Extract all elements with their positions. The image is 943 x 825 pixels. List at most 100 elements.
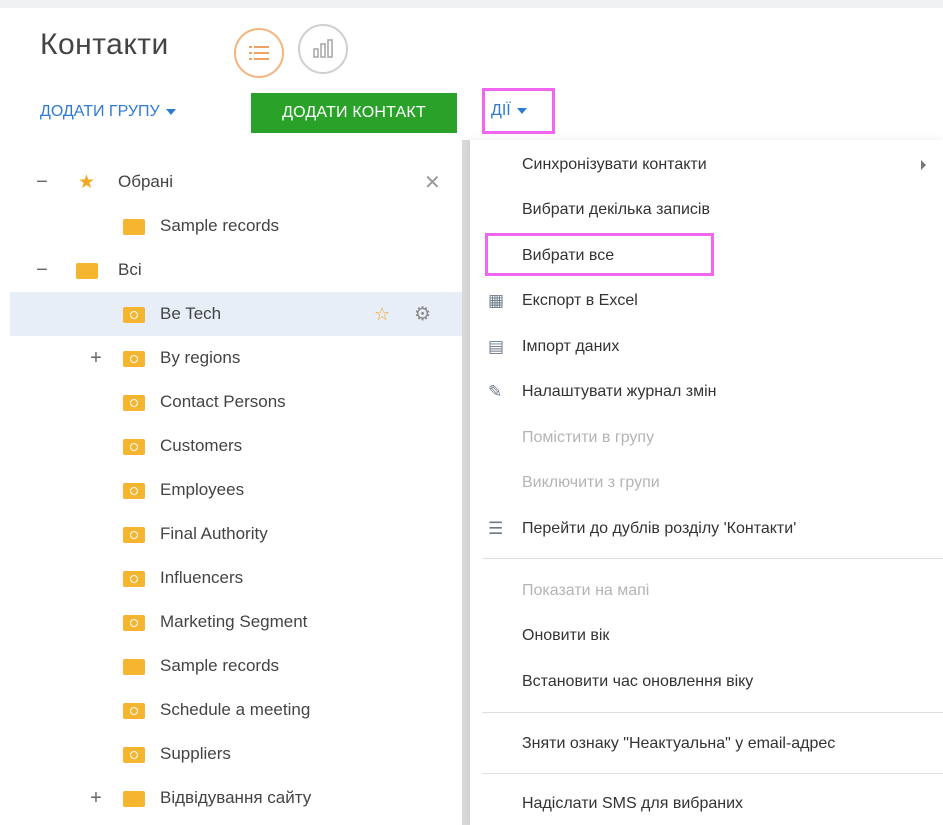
list-icon [249, 46, 269, 60]
tree-node-site-visits[interactable]: + Відвідування сайту [10, 776, 462, 820]
menu-item-send-sms[interactable]: Надіслати SMS для вибраних [470, 784, 943, 824]
tree-node-label: Sample records [160, 216, 280, 235]
menu-item-duplicates[interactable]: ☰ Перейти до дублів розділу 'Контакти' [470, 509, 943, 549]
tree-node-sample-records[interactable]: Sample records [10, 644, 462, 688]
menu-item-age-update-time[interactable]: Встановити час оновлення віку [470, 662, 943, 702]
dynamic-folder-icon [123, 571, 145, 587]
tree-node-label: Всі [118, 260, 142, 279]
add-group-button[interactable]: ДОДАТИ ГРУПУ [40, 103, 176, 121]
menu-item-export-excel[interactable]: ▦ Експорт в Excel [470, 281, 943, 321]
tree-node-label: By regions [160, 348, 241, 367]
tree-node-label: Influencers [160, 568, 244, 587]
import-icon: ▤ [488, 337, 505, 356]
dynamic-folder-icon [123, 483, 145, 499]
chevron-down-icon [165, 108, 176, 115]
folder-icon [123, 219, 145, 235]
menu-item-label: Оновити вік [522, 627, 610, 644]
tree-node-label: Contact Persons [160, 392, 286, 411]
add-group-label: ДОДАТИ ГРУПУ [40, 103, 160, 120]
menu-item-select-all[interactable]: Вибрати все [470, 236, 943, 276]
menu-item-label: Імпорт даних [522, 338, 620, 355]
folder-icon [123, 659, 145, 675]
collapse-icon[interactable]: − [34, 259, 50, 282]
dynamic-folder-icon [123, 351, 145, 367]
menu-item-label: Показати на мапі [522, 582, 650, 599]
actions-label: ДІЇ [491, 102, 511, 119]
tree-node-label: Marketing Segment [160, 612, 308, 631]
duplicates-icon: ☰ [488, 519, 504, 538]
tree-node-label: Be Tech [160, 304, 222, 323]
tree-node-customers[interactable]: Customers [10, 424, 462, 468]
list-view-button[interactable] [234, 28, 284, 78]
tree-node-favorites-sample-records[interactable]: Sample records [10, 204, 462, 248]
menu-item-label: Експорт в Excel [522, 292, 638, 309]
menu-item-select-multiple[interactable]: Вибрати декілька записів [470, 190, 943, 230]
close-icon[interactable]: ✕ [424, 170, 441, 195]
excel-export-icon: ▦ [488, 291, 505, 310]
menu-item-label: Перейти до дублів розділу 'Контакти' [522, 520, 797, 537]
add-contact-button[interactable]: ДОДАТИ КОНТАКТ [251, 93, 457, 133]
pencil-icon: ✎ [488, 382, 503, 401]
dynamic-folder-icon [123, 703, 145, 719]
menu-item-label: Виключити з групи [522, 474, 660, 491]
menu-item-clear-inactive-email[interactable]: Зняти ознаку "Неактуальна" у email-адрес [470, 724, 943, 764]
menu-divider [482, 773, 943, 774]
dynamic-folder-icon [123, 395, 145, 411]
tree-node-suppliers[interactable]: Suppliers [10, 732, 462, 776]
dynamic-folder-icon [123, 439, 145, 455]
menu-item-sync-contacts[interactable]: Синхронізувати контакти [470, 145, 943, 185]
folder-icon [76, 263, 98, 279]
folder-icon [123, 791, 145, 807]
tree-node-favorites[interactable]: − ★ Обрані ✕ [10, 160, 462, 204]
top-strip [0, 0, 943, 8]
chart-icon [313, 39, 333, 58]
tree-node-label: Sample records [160, 656, 280, 675]
menu-item-label: Вибрати все [522, 247, 615, 264]
tree-node-label: Employees [160, 480, 245, 499]
gear-icon[interactable]: ⚙ [414, 303, 431, 326]
chevron-right-icon [921, 160, 926, 170]
actions-menu: Синхронізувати контакти Вибрати декілька… [470, 140, 943, 825]
expand-icon[interactable]: + [88, 347, 104, 370]
chevron-down-icon [516, 108, 527, 114]
menu-divider [482, 558, 943, 559]
tree-node-label: Final Authority [160, 524, 268, 543]
menu-item-remove-from-group: Виключити з групи [470, 463, 943, 503]
tree-node-marketing-segment[interactable]: Marketing Segment [10, 600, 462, 644]
tree-node-schedule-a-meeting[interactable]: Schedule a meeting [10, 688, 462, 732]
dynamic-folder-icon [123, 527, 145, 543]
menu-item-label: Зняти ознаку "Неактуальна" у email-адрес [522, 735, 836, 752]
menu-item-label: Встановити час оновлення віку [522, 673, 754, 690]
analytics-view-button[interactable] [298, 24, 348, 74]
collapse-icon[interactable]: − [34, 171, 50, 194]
menu-item-label: Надіслати SMS для вибраних [522, 795, 744, 812]
actions-button[interactable]: ДІЇ [482, 88, 555, 134]
star-icon: ★ [78, 171, 96, 193]
tree-node-be-tech[interactable]: Be Tech ☆ ⚙ [10, 292, 462, 336]
tree-scrollbar[interactable] [462, 140, 470, 825]
menu-item-add-to-group: Помістити в групу [470, 418, 943, 458]
tree-node-influencers[interactable]: Influencers [10, 556, 462, 600]
menu-item-label: Помістити в групу [522, 429, 655, 446]
tree-node-label: Відвідування сайту [160, 788, 312, 807]
tree-node-label: Suppliers [160, 744, 231, 763]
menu-item-update-age[interactable]: Оновити вік [470, 616, 943, 656]
tree-node-employees[interactable]: Employees [10, 468, 462, 512]
menu-item-show-on-map: Показати на мапі [470, 571, 943, 611]
tree-node-label: Обрані [118, 172, 174, 191]
tree-node-final-authority[interactable]: Final Authority [10, 512, 462, 556]
tree-node-contact-persons[interactable]: Contact Persons [10, 380, 462, 424]
tree-node-by-regions[interactable]: + By regions [10, 336, 462, 380]
tree-node-label: Schedule a meeting [160, 700, 311, 719]
menu-item-label: Налаштувати журнал змін [522, 383, 717, 400]
star-outline-icon[interactable]: ☆ [374, 304, 390, 325]
menu-divider [482, 712, 943, 713]
menu-item-change-log[interactable]: ✎ Налаштувати журнал змін [470, 372, 943, 412]
dynamic-folder-icon [123, 307, 145, 323]
menu-item-import-data[interactable]: ▤ Імпорт даних [470, 327, 943, 367]
menu-item-label: Вибрати декілька записів [522, 201, 710, 218]
expand-icon[interactable]: + [88, 787, 104, 810]
tree-node-label: Customers [160, 436, 243, 455]
menu-item-label: Синхронізувати контакти [522, 156, 707, 173]
tree-node-all[interactable]: − Всі [10, 248, 462, 292]
